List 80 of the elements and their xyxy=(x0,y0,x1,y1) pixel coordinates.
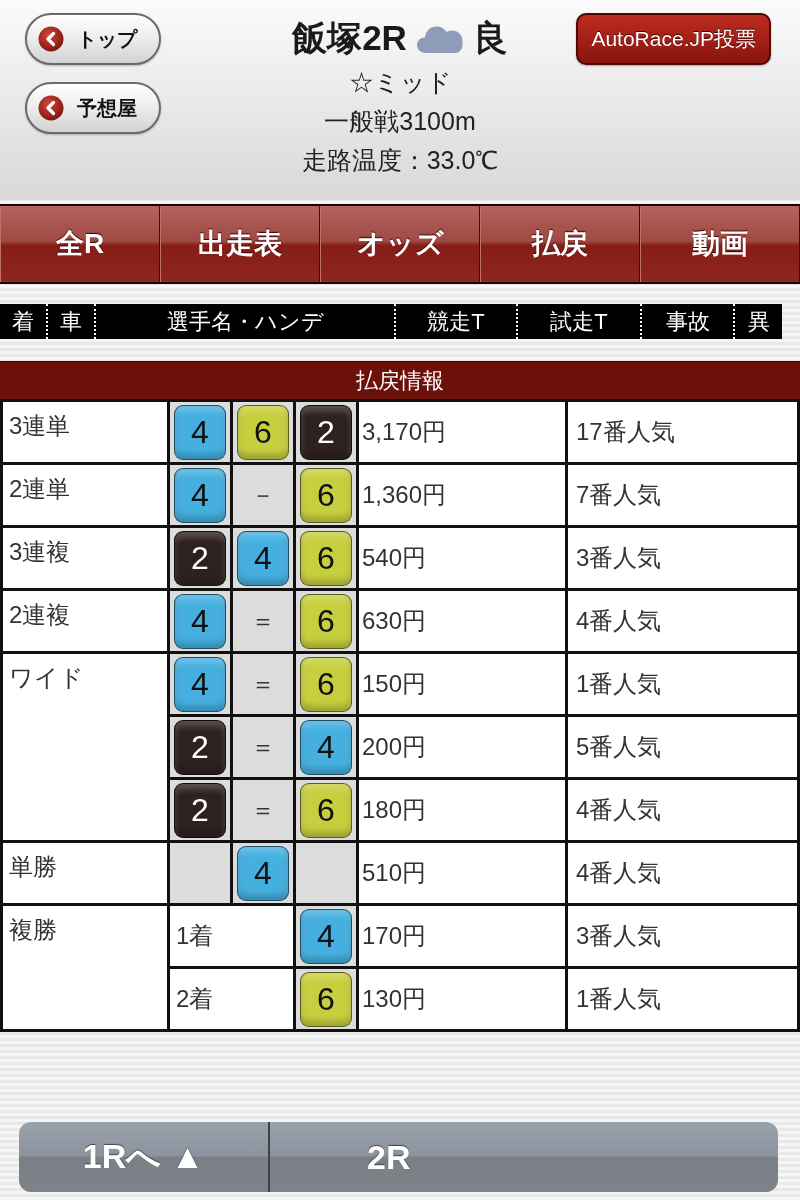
popularity-cell: 4番人気 xyxy=(568,780,797,840)
payout-cell: 1,360円 xyxy=(359,465,565,525)
back-button[interactable]: 予想屋 xyxy=(25,82,161,134)
payout-cell: 540円 xyxy=(359,528,565,588)
bet-type-cell: 2連単 xyxy=(3,465,167,525)
bet-type-cell: 複勝 xyxy=(3,906,167,1029)
car-number-badge: 4 xyxy=(300,908,352,964)
payout-cell: 180円 xyxy=(359,780,565,840)
column-header: 競走T xyxy=(394,304,516,339)
bet-type-cell: 3連単 xyxy=(3,402,167,462)
popularity-cell: 1番人気 xyxy=(568,654,797,714)
car-number-badge: 4 xyxy=(237,530,289,586)
column-header: 試走T xyxy=(516,304,640,339)
popularity-cell: 1番人気 xyxy=(568,969,797,1029)
bet-type-cell: 単勝 xyxy=(3,843,167,903)
empty-cell xyxy=(296,843,356,903)
nav-tab[interactable]: 出走表 xyxy=(160,206,320,282)
track-condition: 良 xyxy=(472,16,508,59)
car-number-badge: 6 xyxy=(300,971,352,1027)
car-number-badge: 2 xyxy=(300,404,352,460)
chevron-left-icon xyxy=(38,26,64,52)
place-cell: 2着 xyxy=(170,969,293,1029)
payout-cell: 200円 xyxy=(359,717,565,777)
section-header-bar: 払戻情報 xyxy=(0,361,800,399)
car-number-badge: 4 xyxy=(174,656,226,712)
empty-cell xyxy=(170,843,230,903)
car-number-badge: 6 xyxy=(300,593,352,649)
column-header: 事故 xyxy=(640,304,733,339)
popularity-cell: 3番人気 xyxy=(568,906,797,966)
payout-cell: 130円 xyxy=(359,969,565,1029)
car-number-badge: 6 xyxy=(300,467,352,523)
car-number-badge: 4 xyxy=(174,593,226,649)
separator-cell: ＝ xyxy=(233,591,293,651)
vote-button[interactable]: AutoRace.JP投票 xyxy=(576,13,771,65)
payout-cell: 3,170円 xyxy=(359,402,565,462)
nav-tab[interactable]: 払戻 xyxy=(480,206,640,282)
race-info: 一般戦3100m xyxy=(324,106,476,137)
nav-tab[interactable]: オッズ xyxy=(320,206,480,282)
popularity-cell: 3番人気 xyxy=(568,528,797,588)
previous-race-button[interactable]: 1Rへ ▲ xyxy=(19,1122,270,1192)
car-number-badge: 2 xyxy=(174,719,226,775)
car-number-badge: 4 xyxy=(300,719,352,775)
current-race-label: 2R xyxy=(270,1122,778,1192)
car-number-badge: 4 xyxy=(237,845,289,901)
car-number-badge: 6 xyxy=(237,404,289,460)
popularity-cell: 4番人気 xyxy=(568,843,797,903)
car-number-badge: 2 xyxy=(174,782,226,838)
column-header: 車 xyxy=(46,304,94,339)
car-number-badge: 4 xyxy=(174,404,226,460)
back-button[interactable]: トップ xyxy=(25,13,161,65)
bet-type-cell: 3連複 xyxy=(3,528,167,588)
column-header: 異 xyxy=(733,304,782,339)
car-number-badge: 2 xyxy=(174,530,226,586)
popularity-cell: 4番人気 xyxy=(568,591,797,651)
separator-cell: － xyxy=(233,465,293,525)
separator-cell: ＝ xyxy=(233,654,293,714)
popularity-cell: 5番人気 xyxy=(568,717,797,777)
car-number-badge: 6 xyxy=(300,656,352,712)
chevron-left-icon xyxy=(38,95,64,121)
place-cell: 1着 xyxy=(170,906,293,966)
car-number-badge: 6 xyxy=(300,782,352,838)
payout-cell: 150円 xyxy=(359,654,565,714)
payout-cell: 630円 xyxy=(359,591,565,651)
race-info: ☆ミッド xyxy=(348,67,452,98)
car-number-badge: 6 xyxy=(300,530,352,586)
popularity-cell: 7番人気 xyxy=(568,465,797,525)
race-title: 飯塚2R xyxy=(292,16,407,59)
popularity-cell: 17番人気 xyxy=(568,402,797,462)
column-header: 選手名・ハンデ xyxy=(94,304,394,339)
race-info: 走路温度：33.0℃ xyxy=(301,145,499,176)
bet-type-cell: 2連複 xyxy=(3,591,167,651)
payout-cell: 510円 xyxy=(359,843,565,903)
payout-cell: 170円 xyxy=(359,906,565,966)
car-number-badge: 4 xyxy=(174,467,226,523)
nav-tab[interactable]: 動画 xyxy=(640,206,800,282)
bet-type-cell: ワイド xyxy=(3,654,167,840)
separator-cell: ＝ xyxy=(233,717,293,777)
column-header: 着 xyxy=(11,308,35,336)
nav-tab[interactable]: 全R xyxy=(0,206,160,282)
separator-cell: ＝ xyxy=(233,780,293,840)
